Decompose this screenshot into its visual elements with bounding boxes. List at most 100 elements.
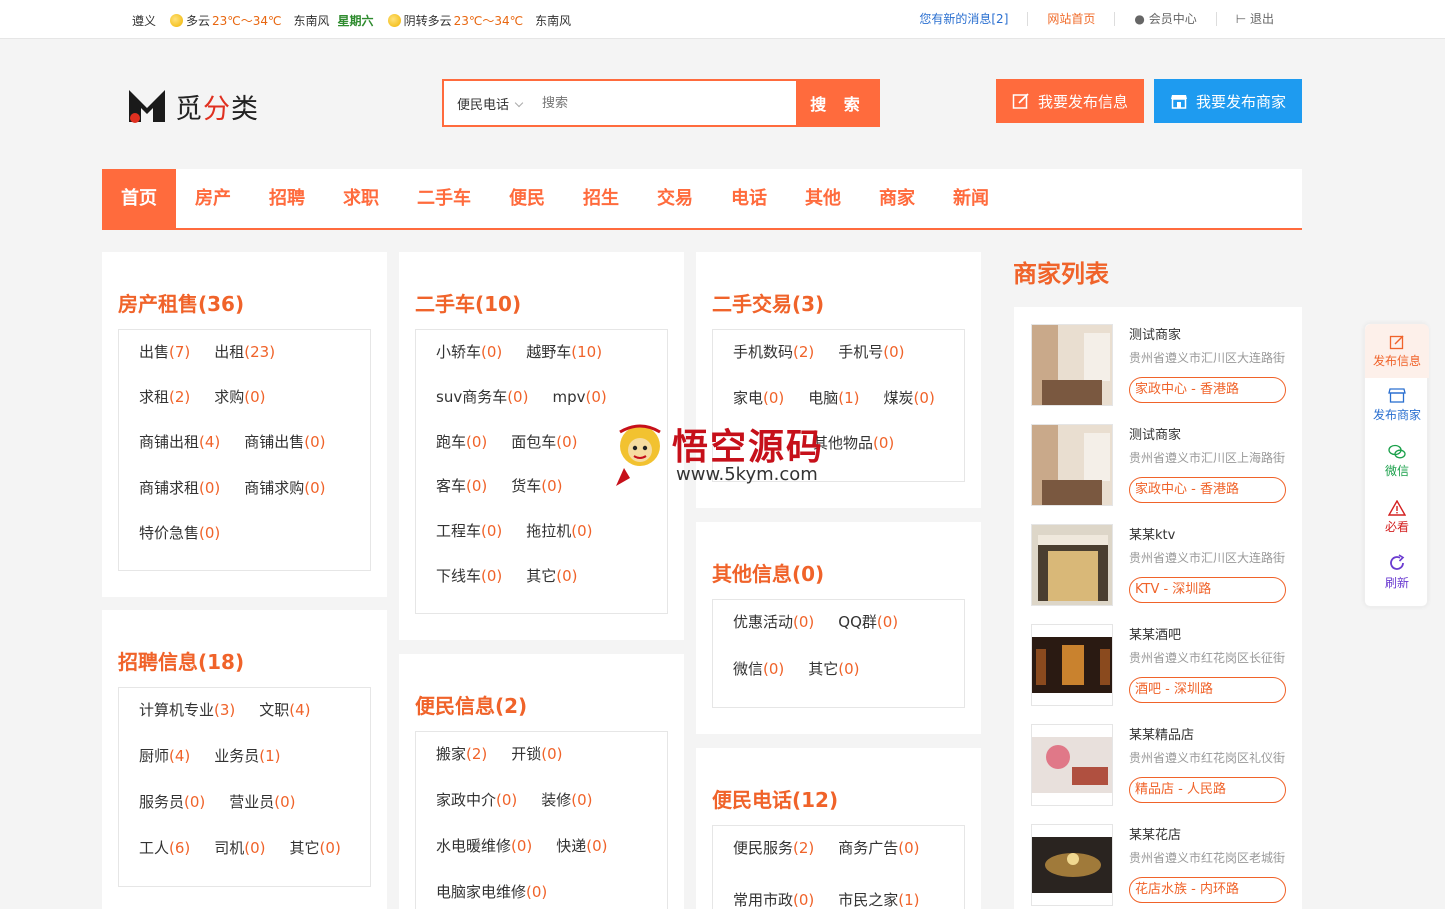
category-link[interactable]: 越野车(10) — [526, 344, 602, 388]
category-link[interactable]: 优惠活动(0) — [733, 614, 814, 658]
category-label: 电脑家电维修 — [436, 883, 527, 901]
logout-link[interactable]: ⊢ 退出 — [1215, 12, 1293, 26]
category-link[interactable]: 营业员(0) — [229, 794, 295, 838]
nav-item-shops[interactable]: 商家 — [860, 169, 934, 228]
category-link[interactable]: 快递(0) — [556, 838, 607, 882]
sidebar-post-shop[interactable]: 发布商家 — [1365, 386, 1429, 423]
category-link[interactable]: 家政中介(0) — [436, 792, 517, 836]
category-link[interactable]: QQ群(0) — [838, 614, 898, 658]
category-link[interactable]: 求租(2) — [139, 389, 190, 433]
category-link[interactable]: 工人(6) — [139, 840, 190, 884]
shop-tag[interactable]: 精品店 - 人民路 — [1129, 777, 1286, 803]
category-link[interactable]: 其它(0) — [808, 661, 859, 705]
nav-item-home[interactable]: 首页 — [102, 169, 176, 228]
category-link[interactable]: 便民服务(2) — [733, 840, 814, 884]
category-link[interactable]: 拖拉机(0) — [526, 523, 592, 567]
category-link[interactable]: 电脑家电维修(0) — [436, 884, 547, 909]
category-count: (2) — [466, 745, 488, 763]
category-label: 家电 — [733, 388, 764, 407]
post-shop-button[interactable]: 我要发布商家 — [1154, 79, 1302, 123]
sidebar-must-see[interactable]: 必看 — [1365, 500, 1429, 535]
member-center-link[interactable]: ● 会员中心 — [1114, 12, 1215, 26]
category-link[interactable]: 文职(4) — [259, 702, 310, 746]
sidebar-post-info[interactable]: 发布信息 — [1365, 324, 1429, 378]
wechat-icon — [1388, 444, 1406, 459]
category-link[interactable]: 商铺求购(0) — [244, 480, 325, 524]
category-link[interactable]: 厨师(4) — [139, 748, 190, 792]
category-link[interactable]: 司机(0) — [214, 840, 265, 884]
category-link[interactable]: 装修(0) — [541, 792, 592, 836]
nav-item-service[interactable]: 便民 — [490, 169, 564, 228]
category-link[interactable]: 计算机专业(3) — [139, 702, 235, 746]
category-link[interactable]: 商务广告(0) — [838, 840, 919, 884]
sidebar-must-see-label: 必看 — [1384, 520, 1409, 534]
category-link[interactable]: 商铺出租(4) — [139, 434, 220, 478]
category-link[interactable]: mpv(0) — [552, 389, 606, 433]
category-link[interactable]: suv商务车(0) — [436, 389, 528, 433]
nav-item-jobseek[interactable]: 求职 — [324, 169, 398, 228]
category-box: 搬家(2) 开锁(0) 家政中介(0) 装修(0) 水电暖维修(0) 快递(0) 电脑家电维… — [415, 731, 668, 909]
category-link[interactable]: 商铺求租(0) — [139, 480, 220, 524]
shop-tag[interactable]: 酒吧 - 深圳路 — [1129, 677, 1286, 703]
category-link[interactable]: 特价急售(0) — [139, 525, 220, 569]
category-count: (0) — [913, 388, 935, 407]
category-link[interactable]: 工程车(0) — [436, 523, 502, 567]
site-home-link[interactable]: 网站首页 — [1027, 12, 1114, 26]
search-category-select[interactable]: 便民电话 — [444, 81, 534, 125]
shop-tag[interactable]: KTV - 深圳路 — [1129, 577, 1286, 603]
category-label: 跑车 — [436, 432, 467, 451]
category-link[interactable]: 市民之家(1) — [838, 892, 919, 909]
category-link[interactable]: 客车(0) — [436, 478, 487, 522]
site-logo[interactable]: 觅分类 — [127, 86, 259, 126]
category-link[interactable]: 手机数码(2) — [733, 344, 814, 388]
sidebar-refresh[interactable]: 刷新 — [1365, 554, 1429, 591]
shop-thumbnail — [1031, 724, 1113, 806]
shop-item[interactable]: 测试商家 贵州省遵义市汇川区大连路街 家政中心 - 香港路 — [1031, 324, 1301, 408]
category-link[interactable]: 面包车(0) — [511, 434, 577, 478]
nav-item-trade[interactable]: 交易 — [638, 169, 712, 228]
category-link[interactable]: 手机号(0) — [838, 344, 904, 388]
category-link[interactable]: 求购(0) — [214, 389, 265, 433]
category-count: (0) — [481, 567, 503, 586]
shop-tag[interactable]: 花店水族 - 内环路 — [1129, 877, 1286, 903]
category-link[interactable]: 业务员(1) — [214, 748, 280, 792]
shop-item[interactable]: 某某花店 贵州省遵义市红花岗区老城街 花店水族 - 内环路 — [1031, 824, 1301, 908]
category-link[interactable]: 开锁(0) — [511, 746, 562, 790]
nav-item-phone[interactable]: 电话 — [712, 169, 786, 228]
post-info-button[interactable]: 我要发布信息 — [996, 79, 1144, 123]
sidebar-wechat[interactable]: 微信 — [1365, 444, 1429, 479]
category-link[interactable]: 下线车(0) — [436, 568, 502, 612]
search-button[interactable]: 搜 索 — [796, 79, 880, 127]
category-link[interactable]: 商铺出售(0) — [244, 434, 325, 478]
nav-item-news[interactable]: 新闻 — [934, 169, 1008, 228]
nav-item-recruit[interactable]: 招聘 — [250, 169, 324, 228]
nav-item-usedcar[interactable]: 二手车 — [398, 169, 490, 228]
nav-item-house[interactable]: 房产 — [176, 169, 250, 228]
messages-link[interactable]: 您有新的消息[2] — [900, 12, 1027, 26]
nav-item-other[interactable]: 其他 — [786, 169, 860, 228]
category-link[interactable]: 货车(0) — [511, 478, 562, 522]
wind-day1: 东南风 — [293, 14, 330, 28]
category-link[interactable]: 出售(7) — [139, 344, 190, 388]
category-link[interactable]: 常用市政(0) — [733, 892, 814, 909]
category-link[interactable]: 煤炭(0) — [884, 390, 935, 434]
category-link[interactable]: 其它(0) — [290, 840, 341, 884]
category-link[interactable]: 微信(0) — [733, 661, 784, 705]
panel-title: 二手交易(3) — [712, 292, 825, 316]
shop-item[interactable]: 测试商家 贵州省遵义市汇川区上海路街 家政中心 - 香港路 — [1031, 424, 1301, 508]
nav-item-enroll[interactable]: 招生 — [564, 169, 638, 228]
shop-item[interactable]: 某某精品店 贵州省遵义市红花岗区礼仪街 精品店 - 人民路 — [1031, 724, 1301, 808]
shop-item[interactable]: 某某酒吧 贵州省遵义市红花岗区长征街 酒吧 - 深圳路 — [1031, 624, 1301, 708]
shop-item[interactable]: 某某ktv 贵州省遵义市汇川区大连路街 KTV - 深圳路 — [1031, 524, 1301, 608]
category-link[interactable]: 跑车(0) — [436, 434, 487, 478]
shop-tag[interactable]: 家政中心 - 香港路 — [1129, 377, 1286, 403]
category-link[interactable]: 其它(0) — [526, 568, 577, 612]
shop-tag[interactable]: 家政中心 - 香港路 — [1129, 477, 1286, 503]
category-link[interactable]: 小轿车(0) — [436, 344, 502, 388]
category-link[interactable]: 出租(23) — [214, 344, 275, 388]
category-link[interactable]: 服务员(0) — [139, 794, 205, 838]
search-input[interactable] — [534, 81, 796, 125]
logout-icon: ⊢ — [1235, 12, 1250, 26]
category-link[interactable]: 水电暖维修(0) — [436, 838, 532, 882]
category-link[interactable]: 搬家(2) — [436, 746, 487, 790]
